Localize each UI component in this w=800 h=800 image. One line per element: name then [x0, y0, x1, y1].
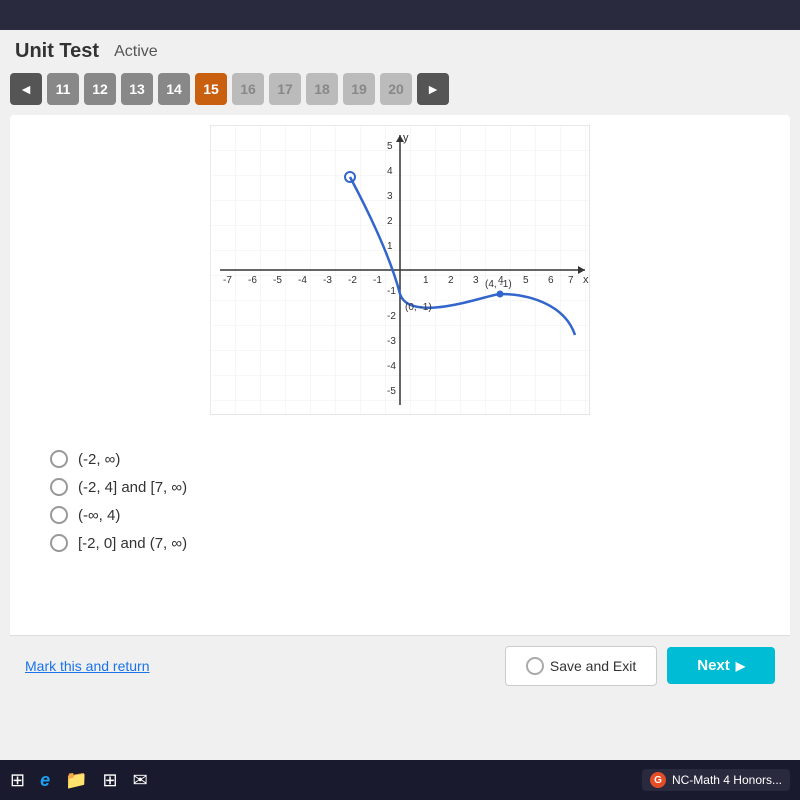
page-14-button[interactable]: 14 — [158, 73, 190, 105]
option-1-radio[interactable] — [50, 450, 68, 468]
mark-return-link[interactable]: Mark this and return — [25, 658, 150, 674]
svg-text:-3: -3 — [323, 275, 332, 286]
taskbar-edge[interactable]: e — [40, 770, 50, 791]
option-4-label: [-2, 0] and (7, ∞) — [78, 535, 187, 552]
taskbar: ⊞ e 📁 ⊞ ✉ G NC-Math 4 Honors... — [0, 760, 800, 800]
svg-text:5: 5 — [523, 275, 529, 286]
page-13-button[interactable]: 13 — [121, 73, 153, 105]
content-area: x y 1 2 3 4 5 6 7 -1 -2 -3 -4 -5 -6 -7 1… — [10, 115, 790, 695]
save-exit-button[interactable]: Save and Exit — [505, 646, 657, 686]
chrome-tab-label: NC-Math 4 Honors... — [672, 773, 782, 787]
option-1-row[interactable]: (-2, ∞) — [50, 450, 750, 468]
svg-text:-5: -5 — [387, 386, 396, 397]
svg-text:3: 3 — [387, 191, 393, 202]
main-content: Unit Test Active ◄ 11 12 13 14 15 16 17 … — [0, 30, 800, 760]
svg-text:5: 5 — [387, 141, 393, 152]
taskbar-chrome-item[interactable]: G NC-Math 4 Honors... — [642, 769, 790, 791]
svg-text:2: 2 — [387, 216, 393, 227]
point4-label: (4, -1) — [485, 279, 512, 290]
page-16-button[interactable]: 16 — [232, 73, 264, 105]
option-1-label: (-2, ∞) — [78, 451, 120, 468]
point4-dot — [497, 291, 504, 298]
graph-container: x y 1 2 3 4 5 6 7 -1 -2 -3 -4 -5 -6 -7 1… — [20, 125, 780, 415]
svg-text:1: 1 — [423, 275, 429, 286]
prev-page-button[interactable]: ◄ — [10, 73, 42, 105]
graph: x y 1 2 3 4 5 6 7 -1 -2 -3 -4 -5 -6 -7 1… — [210, 125, 590, 415]
svg-text:-7: -7 — [223, 275, 232, 286]
svg-text:2: 2 — [448, 275, 454, 286]
svg-text:-5: -5 — [273, 275, 282, 286]
next-button[interactable]: Next — [667, 647, 775, 684]
option-3-label: (-∞, 4) — [78, 507, 120, 524]
page-17-button[interactable]: 17 — [269, 73, 301, 105]
option-2-radio[interactable] — [50, 478, 68, 496]
svg-text:1: 1 — [387, 241, 393, 252]
active-status: Active — [114, 43, 158, 61]
option-2-label: (-2, 4] and [7, ∞) — [78, 479, 187, 496]
svg-text:-1: -1 — [373, 275, 382, 286]
taskbar-mail[interactable]: ✉ — [133, 770, 148, 791]
page-20-button[interactable]: 20 — [380, 73, 412, 105]
page-navigation: ◄ 11 12 13 14 15 16 17 18 19 20 ► — [0, 68, 800, 110]
answer-options: (-2, ∞) (-2, 4] and [7, ∞) (-∞, 4) [-2, … — [20, 430, 780, 572]
page-11-button[interactable]: 11 — [47, 73, 79, 105]
bottom-bar: Mark this and return Save and Exit Next — [10, 635, 790, 695]
svg-text:-2: -2 — [348, 275, 357, 286]
option-4-row[interactable]: [-2, 0] and (7, ∞) — [50, 534, 750, 552]
svg-text:4: 4 — [387, 166, 393, 177]
page-18-button[interactable]: 18 — [306, 73, 338, 105]
option-3-radio[interactable] — [50, 506, 68, 524]
chrome-icon: G — [650, 772, 666, 788]
taskbar-app1[interactable]: ⊞ — [10, 770, 25, 791]
page-12-button[interactable]: 12 — [84, 73, 116, 105]
point0-label: (0, -1) — [405, 302, 432, 313]
y-axis-label: y — [403, 132, 409, 144]
page-19-button[interactable]: 19 — [343, 73, 375, 105]
option-2-row[interactable]: (-2, 4] and [7, ∞) — [50, 478, 750, 496]
svg-text:7: 7 — [568, 275, 574, 286]
taskbar-app4[interactable]: ⊞ — [103, 770, 118, 791]
top-bar — [0, 0, 800, 30]
svg-text:-6: -6 — [248, 275, 257, 286]
taskbar-files[interactable]: 📁 — [65, 770, 87, 791]
option-4-radio[interactable] — [50, 534, 68, 552]
unit-test-title: Unit Test — [15, 40, 99, 63]
x-axis-label: x — [583, 274, 589, 286]
svg-text:-2: -2 — [387, 311, 396, 322]
page-15-button[interactable]: 15 — [195, 73, 227, 105]
svg-text:3: 3 — [473, 275, 479, 286]
svg-text:-4: -4 — [387, 361, 396, 372]
svg-text:-1: -1 — [387, 286, 396, 297]
header: Unit Test Active — [0, 30, 800, 68]
svg-text:-3: -3 — [387, 336, 396, 347]
svg-text:6: 6 — [548, 275, 554, 286]
svg-text:-4: -4 — [298, 275, 307, 286]
next-page-button[interactable]: ► — [417, 73, 449, 105]
option-3-row[interactable]: (-∞, 4) — [50, 506, 750, 524]
